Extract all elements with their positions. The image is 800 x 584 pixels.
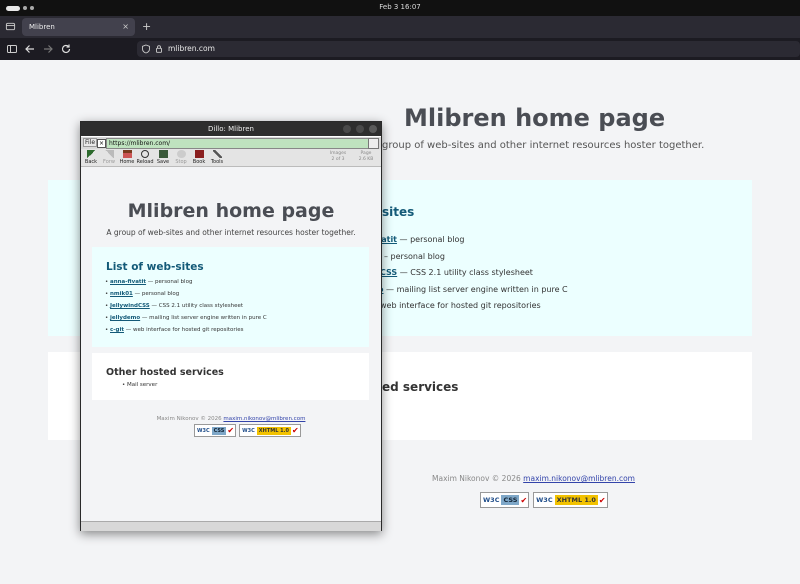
- reload-button[interactable]: Reload: [136, 150, 154, 165]
- tab-mlibren[interactable]: Mlibren ×: [22, 18, 135, 36]
- page-title: Mlibren home page: [404, 104, 666, 132]
- page-footer: Maxim Nikonov © 2026 maxim.nikonov@mlibr…: [432, 474, 635, 483]
- list-item: • JellywindCSS — CSS 2.1 utility class s…: [105, 303, 244, 309]
- dillo-url-input[interactable]: https://mlibren.com/: [106, 138, 370, 149]
- forward-button[interactable]: Forw: [100, 150, 118, 165]
- tab-title: Mlibren: [29, 23, 55, 31]
- forward-icon: [104, 150, 114, 158]
- images-status: Images 2 of 3: [329, 151, 347, 162]
- tab-bar: Mlibren × +: [0, 16, 800, 38]
- window-title: Dillo: Mlibren: [208, 125, 254, 133]
- close-icon[interactable]: [369, 125, 377, 133]
- list-item: • c-git — web interface for hosted git r…: [105, 327, 244, 333]
- email-link[interactable]: maxim.nikonov@mlibren.com: [523, 474, 635, 483]
- list-item: • jellydemo — mailing list server engine…: [105, 315, 267, 321]
- file-menu[interactable]: File: [83, 138, 98, 147]
- w3c-css-badge[interactable]: W3C CSS ✔: [480, 492, 530, 508]
- navigation-bar: mlibren.com: [0, 38, 800, 60]
- home-button[interactable]: Home: [118, 150, 136, 165]
- url-text[interactable]: mlibren.com: [168, 44, 215, 53]
- dillo-services-heading: Other hosted services: [106, 367, 224, 378]
- back-icon: [86, 150, 96, 158]
- site-info-icon[interactable]: [154, 44, 164, 54]
- dillo-websites-heading: List of web-sites: [106, 261, 204, 273]
- dillo-email-link[interactable]: maxim.nikonov@mlibren.com: [223, 416, 305, 422]
- reload-icon[interactable]: [60, 43, 72, 55]
- validation-badges: W3C CSS ✔ W3C XHTML 1.0 ✔: [480, 492, 608, 508]
- dillo-content: Mlibren home page A group of web-sites a…: [81, 167, 381, 521]
- dillo-page-title: Mlibren home page: [127, 200, 335, 222]
- dillo-status-bar: [81, 521, 381, 531]
- page-size-status: Page 2.6 KB: [358, 151, 374, 162]
- close-tab-icon[interactable]: ×: [122, 22, 129, 31]
- tools-button[interactable]: Tools: [208, 150, 226, 165]
- tools-icon: [212, 150, 222, 158]
- stop-icon: [176, 150, 186, 158]
- stop-button[interactable]: Stop: [172, 150, 190, 165]
- save-button[interactable]: Save: [154, 150, 172, 165]
- dillo-websites-section: List of web-sites • anna-fivatit — perso…: [92, 247, 369, 347]
- shield-icon[interactable]: [141, 44, 151, 54]
- book-icon: [194, 150, 204, 158]
- dillo-validation-badges: W3C CSS ✔ W3C XHTML 1.0 ✔: [194, 424, 301, 437]
- new-tab-button[interactable]: +: [142, 20, 151, 33]
- home-icon: [122, 150, 132, 158]
- save-icon: [158, 150, 168, 158]
- clear-url-icon[interactable]: ×: [97, 139, 106, 148]
- dillo-services-section: Other hosted services • Mail server: [92, 353, 369, 400]
- list-item: • nmik01 — personal blog: [105, 291, 180, 297]
- url-bar[interactable]: mlibren.com: [137, 41, 800, 57]
- reload-icon: [141, 150, 149, 158]
- dillo-page-subtitle: A group of web-sites and other internet …: [106, 228, 356, 237]
- w3c-css-badge[interactable]: W3C CSS ✔: [194, 424, 237, 437]
- back-arrow-icon[interactable]: [24, 43, 36, 55]
- os-top-bar: Feb 3 16:07: [0, 0, 800, 16]
- back-button[interactable]: Back: [82, 150, 100, 165]
- dillo-toolbar: Back Forw Home Reload Save Stop Book Too…: [81, 149, 381, 167]
- w3c-xhtml-badge[interactable]: W3C XHTML 1.0 ✔: [239, 424, 301, 437]
- maximize-icon[interactable]: [356, 125, 364, 133]
- tab-list-icon[interactable]: [5, 21, 16, 32]
- minimize-icon[interactable]: [343, 125, 351, 133]
- clock[interactable]: Feb 3 16:07: [0, 3, 800, 11]
- dillo-location-bar: File × https://mlibren.com/: [81, 137, 381, 149]
- list-item: • Mail server: [122, 382, 158, 388]
- dillo-window: Dillo: Mlibren File × https://mlibren.co…: [80, 121, 382, 531]
- bookmarks-button[interactable]: Book: [190, 150, 208, 165]
- sidebar-icon[interactable]: [6, 43, 18, 55]
- w3c-xhtml-badge[interactable]: W3C XHTML 1.0 ✔: [533, 492, 608, 508]
- dillo-footer: Maxim Nikonov © 2026 maxim.nikonov@mlibr…: [156, 416, 306, 422]
- search-icon[interactable]: [368, 138, 379, 149]
- forward-arrow-icon[interactable]: [42, 43, 54, 55]
- dillo-titlebar[interactable]: Dillo: Mlibren: [81, 122, 381, 136]
- list-item: • anna-fivatit — personal blog: [105, 279, 193, 285]
